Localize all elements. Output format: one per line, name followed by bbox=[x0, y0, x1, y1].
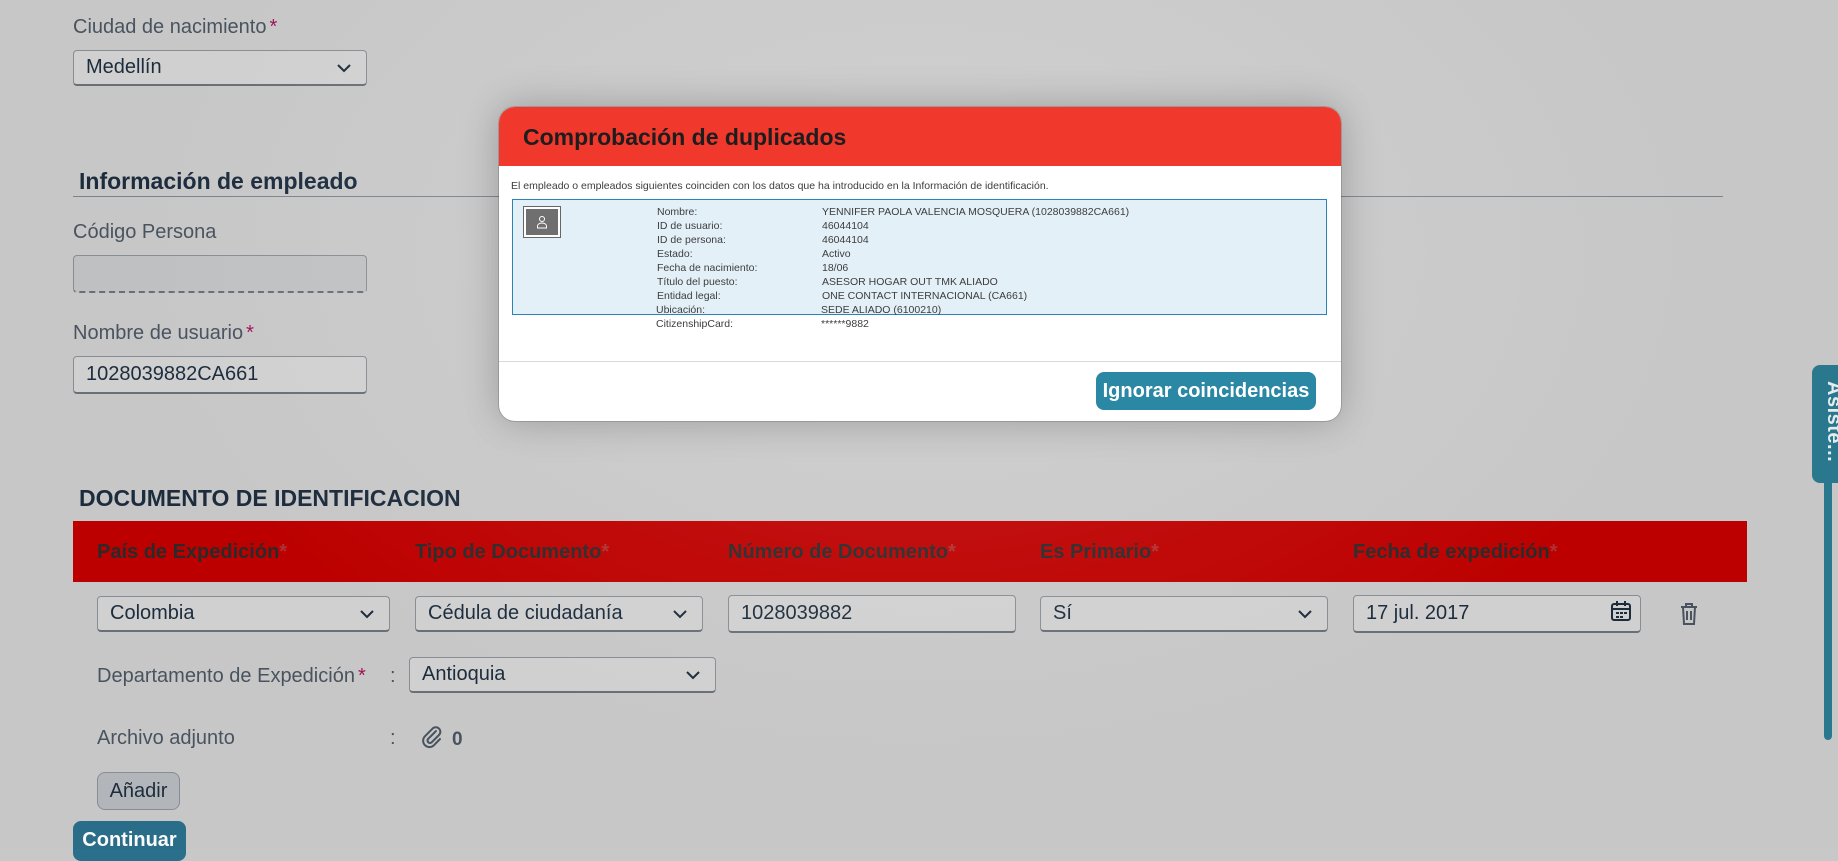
es-primario-select[interactable]: Sí bbox=[1040, 596, 1328, 632]
section-title-documento: DOCUMENTO DE IDENTIFICACION bbox=[79, 485, 461, 511]
field-key-id-usuario: ID de usuario: bbox=[657, 220, 723, 232]
field-value-estado: Activo bbox=[822, 248, 851, 260]
avatar bbox=[523, 206, 561, 238]
fecha-value: 17 jul. 2017 bbox=[1366, 602, 1470, 624]
chevron-down-icon bbox=[334, 58, 354, 78]
field-key-nombre: Nombre: bbox=[657, 206, 698, 218]
duplicate-match-card[interactable]: Nombre: YENNIFER PAOLA VALENCIA MOSQUERA… bbox=[512, 199, 1327, 315]
ciudad-label: Ciudad de nacimiento * bbox=[73, 16, 278, 38]
field-value-ubicacion: SEDE ALIADO (6100210) bbox=[821, 304, 942, 316]
numero-documento-field[interactable]: 1028039882 bbox=[728, 595, 1016, 633]
tipo-value: Cédula de ciudadanía bbox=[428, 602, 623, 624]
usuario-field[interactable]: 1028039882CA661 bbox=[73, 356, 367, 394]
pais-value: Colombia bbox=[110, 602, 195, 624]
dialog-title: Comprobación de duplicados bbox=[523, 124, 847, 150]
field-key-estado: Estado: bbox=[657, 248, 693, 260]
tipo-documento-select[interactable]: Cédula de ciudadanía bbox=[415, 596, 703, 632]
column-header-numero: Número de Documento* bbox=[728, 541, 956, 563]
duplicate-check-dialog: Comprobación de duplicados El empleado o… bbox=[499, 107, 1341, 421]
archivo-colon: : bbox=[390, 727, 396, 749]
continue-button[interactable]: Continuar bbox=[73, 821, 186, 861]
departamento-label: Departamento de Expedición * bbox=[97, 665, 366, 687]
field-value-titulo-puesto: ASESOR HOGAR OUT TMK ALIADO bbox=[822, 276, 998, 288]
assistant-tab-label: Asiste... bbox=[1823, 381, 1838, 463]
archivo-label: Archivo adjunto bbox=[97, 727, 235, 749]
field-key-id-persona: ID de persona: bbox=[657, 234, 726, 246]
usuario-value: 1028039882CA661 bbox=[86, 363, 259, 385]
chevron-down-icon bbox=[670, 604, 690, 624]
departamento-value: Antioquia bbox=[422, 663, 506, 685]
field-value-citizenship: ******9882 bbox=[821, 318, 869, 330]
person-icon bbox=[526, 209, 558, 235]
field-value-nombre: YENNIFER PAOLA VALENCIA MOSQUERA (102803… bbox=[822, 206, 1130, 218]
column-header-pais: País de Expedición* bbox=[97, 541, 288, 563]
field-value-entidad-legal: ONE CONTACT INTERNACIONAL (CA661) bbox=[822, 290, 1028, 302]
attachment-count: 0 bbox=[452, 728, 463, 750]
departamento-select[interactable]: Antioquia bbox=[409, 657, 716, 693]
column-header-fecha: Fecha de expedición* bbox=[1353, 541, 1558, 563]
dialog-footer-divider bbox=[499, 361, 1341, 362]
fecha-expedicion-field[interactable]: 17 jul. 2017 bbox=[1353, 595, 1641, 633]
field-value-fecha-nacimiento: 18/06 bbox=[822, 262, 849, 274]
field-key-fecha-nacimiento: Fecha de nacimiento: bbox=[657, 262, 758, 274]
column-header-primario: Es Primario* bbox=[1040, 541, 1159, 563]
departamento-colon: : bbox=[390, 665, 396, 687]
codigo-label: Código Persona bbox=[73, 221, 217, 243]
paperclip-icon bbox=[420, 725, 444, 754]
chevron-down-icon bbox=[1295, 604, 1315, 624]
field-value-id-persona: 46044104 bbox=[822, 234, 869, 246]
scrollbar-thumb[interactable] bbox=[1824, 478, 1832, 740]
field-value-id-usuario: 46044104 bbox=[822, 220, 869, 232]
section-title-empleado: Información de empleado bbox=[79, 168, 358, 194]
ciudad-value: Medellín bbox=[86, 56, 162, 78]
usuario-label: Nombre de usuario * bbox=[73, 322, 254, 344]
ciudad-select[interactable]: Medellín bbox=[73, 50, 367, 86]
column-header-tipo: Tipo de Documento* bbox=[415, 541, 610, 563]
dialog-header: Comprobación de duplicados bbox=[499, 107, 1341, 166]
field-key-ubicacion: Ubicación: bbox=[656, 304, 706, 316]
ignore-matches-button[interactable]: Ignorar coincidencias bbox=[1096, 372, 1316, 410]
attachment-link[interactable]: 0 bbox=[420, 725, 463, 754]
dialog-description: El empleado o empleados siguientes coinc… bbox=[511, 180, 1049, 192]
field-key-entidad-legal: Entidad legal: bbox=[657, 290, 721, 302]
calendar-icon[interactable] bbox=[1610, 600, 1632, 628]
field-key-citizenship: CitizenshipCard: bbox=[656, 318, 734, 330]
add-button[interactable]: Añadir bbox=[97, 772, 180, 810]
chevron-down-icon bbox=[357, 604, 377, 624]
codigo-field bbox=[73, 255, 367, 293]
delete-icon[interactable] bbox=[1678, 602, 1700, 631]
assistant-side-tab[interactable]: Asiste... bbox=[1812, 365, 1838, 483]
chevron-down-icon bbox=[683, 665, 703, 685]
primario-value: Sí bbox=[1053, 602, 1072, 624]
document-table-header: País de Expedición* Tipo de Documento* N… bbox=[73, 521, 1747, 582]
field-key-titulo-puesto: Título del puesto: bbox=[657, 276, 738, 288]
pais-select[interactable]: Colombia bbox=[97, 596, 390, 632]
numero-value: 1028039882 bbox=[741, 602, 853, 624]
